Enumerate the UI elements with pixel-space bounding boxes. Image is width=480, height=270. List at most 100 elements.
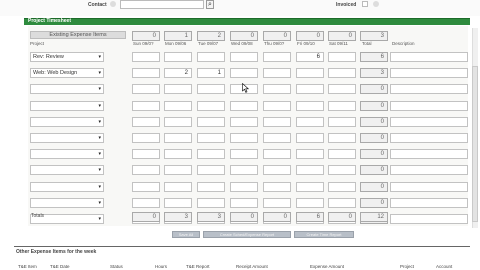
hours-cell[interactable] xyxy=(132,149,160,159)
hours-cell[interactable] xyxy=(230,52,258,62)
hours-cell[interactable] xyxy=(230,198,258,208)
create-time-report-button[interactable]: Create Time Report xyxy=(294,231,354,238)
hours-cell[interactable] xyxy=(328,133,356,143)
description-cell[interactable] xyxy=(390,101,468,111)
contact-clear-icon[interactable] xyxy=(110,1,116,7)
hours-cell[interactable] xyxy=(164,133,192,143)
hours-cell[interactable] xyxy=(132,52,160,62)
description-cell[interactable] xyxy=(390,68,468,78)
hours-cell[interactable] xyxy=(230,149,258,159)
save-all-button[interactable]: Save All xyxy=(172,231,200,238)
hours-cell[interactable] xyxy=(164,52,192,62)
hours-cell[interactable] xyxy=(197,84,225,94)
hours-cell[interactable] xyxy=(296,101,324,111)
create-expense-report-button[interactable]: Create Sched/Expense Report xyxy=(203,231,291,238)
hours-cell[interactable] xyxy=(164,117,192,127)
hours-cell[interactable] xyxy=(263,68,291,78)
hours-cell[interactable] xyxy=(328,117,356,127)
hours-cell[interactable] xyxy=(263,52,291,62)
hours-cell[interactable] xyxy=(328,198,356,208)
hours-cell[interactable] xyxy=(197,101,225,111)
hours-cell[interactable] xyxy=(197,117,225,127)
hours-cell[interactable] xyxy=(197,149,225,159)
dropdown-arrow-icon[interactable]: ▾ xyxy=(98,53,101,61)
hours-cell[interactable] xyxy=(263,198,291,208)
hours-cell[interactable] xyxy=(328,101,356,111)
hours-cell[interactable] xyxy=(296,182,324,192)
project-select[interactable]: ▾ xyxy=(30,117,104,127)
project-select[interactable]: ▾ xyxy=(30,198,104,208)
hours-cell[interactable] xyxy=(164,84,192,94)
hours-cell[interactable]: 6 xyxy=(296,52,324,62)
search-icon[interactable]: ⌕ xyxy=(206,0,214,9)
hours-cell[interactable] xyxy=(296,68,324,78)
hours-cell[interactable] xyxy=(164,101,192,111)
contact-field[interactable] xyxy=(120,0,204,9)
invoiced-checkbox[interactable] xyxy=(362,1,368,7)
hours-cell[interactable] xyxy=(230,68,258,78)
hours-cell[interactable] xyxy=(197,182,225,192)
hours-cell[interactable] xyxy=(230,133,258,143)
hours-cell[interactable] xyxy=(296,84,324,94)
description-cell[interactable] xyxy=(390,214,468,224)
hours-cell[interactable] xyxy=(164,149,192,159)
hours-cell[interactable]: 2 xyxy=(164,68,192,78)
hours-cell[interactable] xyxy=(164,182,192,192)
hours-cell[interactable] xyxy=(197,52,225,62)
project-select[interactable]: ▾ xyxy=(30,84,104,94)
hours-cell[interactable] xyxy=(230,101,258,111)
description-cell[interactable] xyxy=(390,149,468,159)
dropdown-arrow-icon[interactable]: ▾ xyxy=(98,150,101,158)
hours-cell[interactable] xyxy=(132,68,160,78)
hours-cell[interactable] xyxy=(164,165,192,175)
project-select[interactable]: ▾ xyxy=(30,133,104,143)
hours-cell[interactable] xyxy=(263,84,291,94)
hours-cell[interactable] xyxy=(296,198,324,208)
hours-cell[interactable] xyxy=(328,182,356,192)
hours-cell[interactable] xyxy=(263,182,291,192)
dropdown-arrow-icon[interactable]: ▾ xyxy=(98,199,101,207)
hours-cell[interactable] xyxy=(328,84,356,94)
hours-cell[interactable] xyxy=(263,133,291,143)
dropdown-arrow-icon[interactable]: ▾ xyxy=(98,118,101,126)
dropdown-arrow-icon[interactable]: ▾ xyxy=(98,85,101,93)
scrollbar-thumb[interactable] xyxy=(472,66,478,222)
hours-cell[interactable] xyxy=(296,117,324,127)
hours-cell[interactable] xyxy=(328,68,356,78)
hours-cell[interactable] xyxy=(230,117,258,127)
project-select[interactable]: Web: Web Design ▾ xyxy=(30,68,104,78)
hours-cell[interactable] xyxy=(263,165,291,175)
project-select[interactable]: ▾ xyxy=(30,165,104,175)
dropdown-arrow-icon[interactable]: ▾ xyxy=(98,69,101,77)
dropdown-arrow-icon[interactable]: ▾ xyxy=(98,166,101,174)
hours-cell[interactable] xyxy=(296,133,324,143)
hours-cell[interactable] xyxy=(197,133,225,143)
hours-cell[interactable] xyxy=(263,149,291,159)
description-cell[interactable] xyxy=(390,52,468,62)
hours-cell[interactable] xyxy=(132,165,160,175)
hours-cell[interactable] xyxy=(230,165,258,175)
description-cell[interactable] xyxy=(390,133,468,143)
hours-cell[interactable] xyxy=(263,117,291,127)
description-cell[interactable] xyxy=(390,117,468,127)
hours-cell[interactable] xyxy=(230,182,258,192)
project-select[interactable]: ▾ xyxy=(30,149,104,159)
invoiced-clear-icon[interactable] xyxy=(373,1,379,7)
hours-cell[interactable]: 1 xyxy=(197,68,225,78)
description-cell[interactable] xyxy=(390,84,468,94)
hours-cell[interactable] xyxy=(328,52,356,62)
hours-cell[interactable] xyxy=(296,149,324,159)
dropdown-arrow-icon[interactable]: ▾ xyxy=(98,183,101,191)
hours-cell[interactable] xyxy=(132,198,160,208)
hours-cell[interactable] xyxy=(132,182,160,192)
dropdown-arrow-icon[interactable]: ▾ xyxy=(98,215,101,223)
hours-cell[interactable] xyxy=(197,198,225,208)
hours-cell[interactable] xyxy=(328,149,356,159)
hours-cell[interactable] xyxy=(197,165,225,175)
hours-cell[interactable] xyxy=(296,165,324,175)
hours-cell[interactable] xyxy=(132,133,160,143)
description-cell[interactable] xyxy=(390,182,468,192)
hours-cell[interactable] xyxy=(328,165,356,175)
project-select[interactable]: Rev: Review ▾ xyxy=(30,52,104,62)
project-select[interactable]: ▾ xyxy=(30,101,104,111)
